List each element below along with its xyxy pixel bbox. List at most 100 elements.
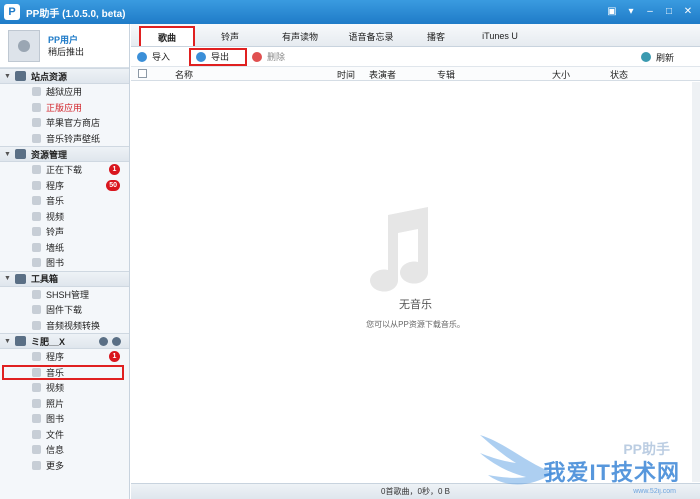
collapse-arrow-icon: ▼ — [4, 72, 11, 80]
book-icon — [32, 414, 41, 424]
video-icon — [32, 383, 41, 393]
message-icon — [32, 445, 41, 455]
maximize-icon[interactable]: □ — [661, 4, 677, 18]
toolbox-icon — [15, 273, 26, 284]
photo-icon — [32, 398, 41, 408]
grid-icon — [32, 352, 41, 362]
sidebar-item-device-programs[interactable]: 程序 1 — [0, 349, 129, 365]
sidebar-item-device-photos[interactable]: 照片 — [0, 396, 129, 412]
sidebar-item-music[interactable]: 音乐 — [0, 193, 129, 209]
app-icon — [32, 87, 41, 97]
col-name[interactable]: 名称 — [175, 68, 193, 81]
sidebar-item-device-music[interactable]: 音乐 — [2, 364, 124, 380]
user-box: PP用户 稍后推出 — [0, 24, 129, 68]
user-action-link[interactable]: 稍后推出 — [48, 46, 84, 58]
media-icon — [32, 133, 41, 143]
group-title: 站点资源 — [31, 71, 68, 82]
sidebar-item-wallpaper[interactable]: 墙纸 — [0, 240, 129, 256]
tab-voice-memos[interactable]: 语音备忘录 — [335, 26, 407, 46]
import-button[interactable]: 导入 — [131, 49, 176, 65]
sidebar-item-device-books[interactable]: 图书 — [0, 411, 129, 427]
group-resource-management[interactable]: ▼ 资源管理 — [0, 146, 129, 162]
export-icon — [196, 51, 207, 62]
sidebar-item-device-files[interactable]: 文件 — [0, 427, 129, 443]
count-badge: 50 — [106, 179, 120, 191]
sidebar-item-downloading[interactable]: 正在下载 1 — [0, 162, 129, 178]
shsh-icon — [32, 289, 41, 299]
sidebar-item-music-ringtone-wallpaper[interactable]: 音乐铃声壁纸 — [0, 131, 129, 147]
tab-itunes-u[interactable]: iTunes U — [465, 26, 535, 46]
column-header: 名称 时间 表演者 专辑 大小 状态 — [131, 67, 700, 81]
tab-songs[interactable]: 歌曲 — [139, 26, 195, 46]
skin-icon[interactable]: ▣ — [604, 4, 620, 18]
title-bar: P PP助手 (1.0.5.0, beta) ▣ ▾ – □ ✕ — [0, 0, 700, 24]
file-icon — [32, 429, 41, 439]
sidebar-item-jailbreak-apps[interactable]: 越狱应用 — [0, 84, 129, 100]
sidebar-item-device-video[interactable]: 视频 — [0, 380, 129, 396]
tab-podcasts[interactable]: 播客 — [407, 26, 465, 46]
toolbar: 导入 导出 删除 刷新 — [131, 47, 700, 67]
empty-subtitle: 您可以从PP资源下载音乐。 — [366, 320, 465, 329]
sidebar-item-programs[interactable]: 程序 50 — [0, 178, 129, 194]
col-album[interactable]: 专辑 — [437, 68, 455, 81]
group-toolbox[interactable]: ▼ 工具箱 — [0, 270, 129, 287]
collapse-arrow-icon: ▼ — [4, 150, 11, 158]
sidebar-item-books[interactable]: 图书 — [0, 255, 129, 271]
monitor-icon — [15, 149, 26, 159]
sidebar-item-genuine-apps[interactable]: 正版应用 — [0, 100, 129, 116]
eject-icon[interactable] — [112, 337, 121, 346]
sidebar-item-shsh[interactable]: SHSH管理 — [0, 287, 129, 303]
export-button[interactable]: 导出 — [189, 47, 248, 66]
sidebar-item-device-messages[interactable]: 信息 — [0, 442, 129, 458]
tab-bar: 歌曲 铃声 有声读物 语音备忘录 播客 iTunes U — [131, 24, 700, 47]
minimize-icon[interactable]: – — [642, 4, 658, 18]
close-icon[interactable]: ✕ — [680, 4, 696, 18]
video-icon — [32, 211, 41, 221]
refresh-button[interactable]: 刷新 — [635, 49, 680, 65]
scrollbar[interactable] — [692, 82, 700, 482]
user-name[interactable]: PP用户 — [48, 34, 84, 46]
refresh-icon — [640, 52, 651, 62]
tab-ringtones[interactable]: 铃声 — [195, 26, 265, 46]
count-badge: 1 — [109, 351, 120, 362]
col-status[interactable]: 状态 — [610, 68, 628, 81]
app-store-icon — [32, 102, 41, 112]
download-icon — [32, 165, 41, 175]
group-site-resources[interactable]: ▼ 站点资源 — [0, 68, 129, 84]
count-badge: 1 — [109, 164, 120, 175]
avatar[interactable] — [8, 29, 40, 62]
select-all-checkbox[interactable] — [138, 69, 147, 78]
battery-icon[interactable] — [99, 337, 108, 346]
store-icon — [32, 118, 41, 128]
import-icon — [137, 51, 147, 62]
main-panel: 歌曲 铃声 有声读物 语音备忘录 播客 iTunes U 导入 导出 删除 刷新… — [131, 24, 700, 499]
convert-icon — [32, 320, 41, 330]
col-size[interactable]: 大小 — [552, 68, 570, 81]
grid-icon — [32, 180, 41, 190]
sidebar-item-video[interactable]: 视频 — [0, 209, 129, 225]
user-icon — [18, 39, 30, 52]
col-artist[interactable]: 表演者 — [369, 68, 396, 81]
more-icon — [32, 460, 41, 470]
ringtone-icon — [32, 227, 41, 237]
collapse-arrow-icon: ▼ — [4, 337, 11, 345]
music-icon — [32, 367, 41, 377]
sidebar-item-ringtone[interactable]: 铃声 — [0, 224, 129, 240]
sidebar: PP用户 稍后推出 ▼ 站点资源 越狱应用 正版应用 苹果官方商店 音乐铃声壁纸… — [0, 24, 130, 499]
sidebar-item-apple-store[interactable]: 苹果官方商店 — [0, 115, 129, 131]
sidebar-item-av-convert[interactable]: 音频视频转换 — [0, 318, 129, 334]
empty-state — [131, 82, 700, 480]
tab-audiobooks[interactable]: 有声读物 — [265, 26, 335, 46]
home-icon — [15, 71, 26, 81]
music-icon — [32, 196, 41, 206]
book-icon — [32, 258, 41, 268]
col-time[interactable]: 时间 — [337, 68, 355, 81]
delete-icon — [252, 51, 263, 62]
group-title: 工具箱 — [31, 274, 59, 284]
sidebar-item-firmware[interactable]: 固件下载 — [0, 302, 129, 318]
sidebar-item-device-more[interactable]: 更多 — [0, 458, 129, 474]
group-device[interactable]: ▼ ミ肥__X — [0, 333, 129, 349]
delete-button[interactable]: 删除 — [246, 49, 291, 65]
menu-icon[interactable]: ▾ — [623, 4, 639, 18]
window-title: PP助手 (1.0.5.0, beta) — [26, 8, 126, 20]
